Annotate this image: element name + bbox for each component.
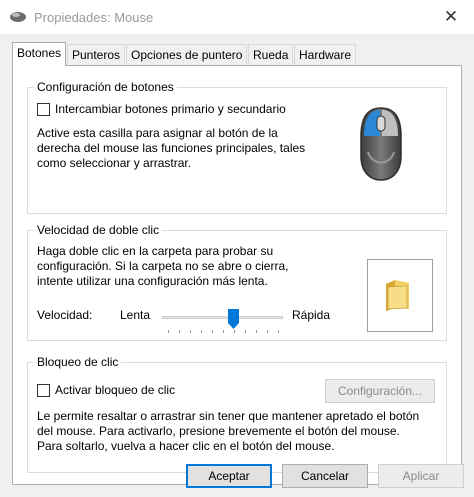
slider-tick [168, 330, 169, 333]
click-lock-group: Bloqueo de clic Activar bloqueo de clic … [27, 355, 447, 473]
slow-label: Lenta [120, 308, 151, 322]
tab-rueda[interactable]: Rueda [248, 44, 294, 65]
buttons-config-heading: Configuración de botones [34, 80, 177, 94]
slider-tick [223, 330, 224, 333]
double-click-description-line: configuración. Si la carpeta no se abre … [37, 259, 289, 273]
click-lock-description-line: del mouse. Para activarlo, presione brev… [37, 424, 400, 438]
apply-button[interactable]: Aplicar [378, 464, 464, 488]
buttons-config-description-line: como seleccionar y arrastrar. [37, 156, 192, 170]
close-button[interactable]: ✕ [428, 0, 474, 34]
click-lock-checkbox[interactable] [37, 384, 50, 397]
slider-tick [256, 330, 257, 333]
test-folder-area[interactable] [367, 259, 433, 332]
click-lock-description-line: Le permite resaltar o arrastrar sin tene… [37, 409, 420, 423]
slider-ticks [162, 330, 283, 333]
slider-tick [245, 330, 246, 333]
double-click-heading: Velocidad de doble clic [34, 223, 163, 237]
slider-tick [278, 330, 279, 333]
close-icon: ✕ [443, 7, 459, 26]
cancel-button[interactable]: Cancelar [282, 464, 368, 488]
double-click-group: Velocidad de doble clic Haga doble clic … [27, 223, 447, 341]
speed-label: Velocidad: [37, 308, 93, 322]
ok-button[interactable]: Aceptar [186, 464, 272, 488]
mouse-illustration-icon [360, 107, 402, 181]
tab-punteros[interactable]: Punteros [67, 44, 126, 65]
double-click-speed-slider[interactable] [162, 309, 283, 333]
click-lock-description-line: Para soltarlo, vuelva a hacer clic en el… [37, 439, 335, 453]
fast-label: Rápida [292, 308, 331, 322]
buttons-config-description-line: Active esta casilla para asignar al botó… [37, 126, 278, 140]
tab-hardware[interactable]: Hardware [294, 44, 357, 65]
buttons-config-description-line: derecha del mouse las funciones principa… [37, 141, 306, 155]
dialog-client: Botones Punteros Opciones de puntero Rue… [0, 34, 474, 497]
slider-track [162, 316, 283, 319]
title-bar: Propiedades: Mouse ✕ [0, 0, 474, 34]
click-lock-label[interactable]: Activar bloqueo de clic [55, 383, 175, 398]
slider-tick [212, 330, 213, 333]
slider-tick [201, 330, 202, 333]
folder-icon[interactable] [383, 278, 413, 312]
click-lock-settings-button[interactable]: Configuración... [325, 379, 435, 403]
mouse-icon [10, 12, 26, 22]
double-click-description-line: Haga doble clic en la carpeta para proba… [37, 244, 274, 258]
slider-thumb[interactable] [228, 309, 239, 329]
double-click-description-line: intente utilizar una configuración más l… [37, 274, 268, 288]
swap-buttons-checkbox[interactable] [37, 103, 50, 116]
tab-panel-botones: Configuración de botones Intercambiar bo… [12, 65, 462, 485]
slider-tick [190, 330, 191, 333]
tab-opciones-de-puntero[interactable]: Opciones de puntero [126, 44, 248, 65]
click-lock-heading: Bloqueo de clic [34, 355, 122, 369]
swap-buttons-label[interactable]: Intercambiar botones primario y secundar… [55, 102, 286, 117]
buttons-config-group: Configuración de botones Intercambiar bo… [27, 80, 447, 214]
slider-tick [267, 330, 268, 333]
slider-tick [179, 330, 180, 333]
tab-botones[interactable]: Botones [12, 42, 67, 66]
window-title: Propiedades: Mouse [34, 10, 154, 25]
slider-tick [234, 330, 235, 333]
